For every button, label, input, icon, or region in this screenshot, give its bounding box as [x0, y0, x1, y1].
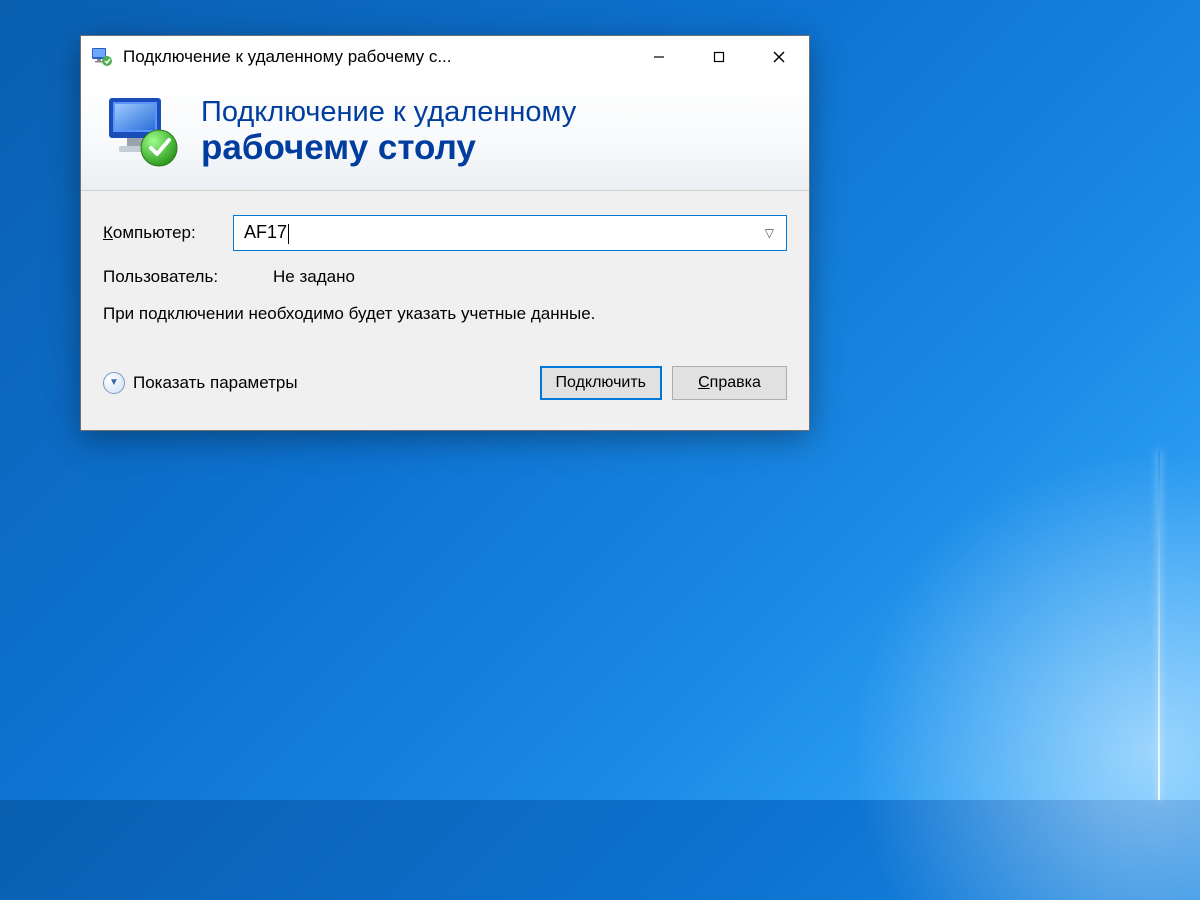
computer-value: AF17 — [244, 222, 761, 243]
close-button[interactable] — [749, 36, 809, 78]
chevron-down-icon[interactable]: ▽ — [761, 226, 778, 240]
computer-label: Компьютер: — [103, 223, 233, 243]
dialog-header: Подключение к удаленному рабочему столу — [81, 78, 809, 191]
dialog-title-block: Подключение к удаленному рабочему столу — [201, 97, 576, 167]
dialog-title-line1: Подключение к удаленному — [201, 97, 576, 129]
computer-row: Компьютер: AF17 ▽ — [103, 215, 787, 251]
window-controls — [629, 36, 809, 78]
connect-button[interactable]: Подключить — [540, 366, 662, 400]
user-row: Пользователь: Не задано — [103, 267, 787, 287]
rdp-app-icon — [91, 46, 113, 68]
user-value: Не задано — [273, 267, 355, 287]
dialog-body: Компьютер: AF17 ▽ Пользователь: Не задан… — [81, 191, 809, 430]
expand-down-icon: ▼ — [103, 372, 125, 394]
dialog-footer: ▼ Показать параметры Подключить Справка — [103, 356, 787, 414]
credentials-info: При подключении необходимо будет указать… — [103, 303, 787, 326]
dialog-title-line2: рабочему столу — [201, 129, 576, 168]
window-title: Подключение к удаленному рабочему с... — [123, 47, 629, 67]
show-options-toggle[interactable]: ▼ Показать параметры — [103, 372, 298, 394]
maximize-button[interactable] — [689, 36, 749, 78]
rdp-window: Подключение к удаленному рабочему с... — [80, 35, 810, 431]
minimize-button[interactable] — [629, 36, 689, 78]
computer-combobox[interactable]: AF17 ▽ — [233, 215, 787, 251]
rdp-header-icon — [103, 92, 183, 172]
help-button[interactable]: Справка — [672, 366, 787, 400]
titlebar[interactable]: Подключение к удаленному рабочему с... — [81, 36, 809, 78]
user-label: Пользователь: — [103, 267, 233, 287]
